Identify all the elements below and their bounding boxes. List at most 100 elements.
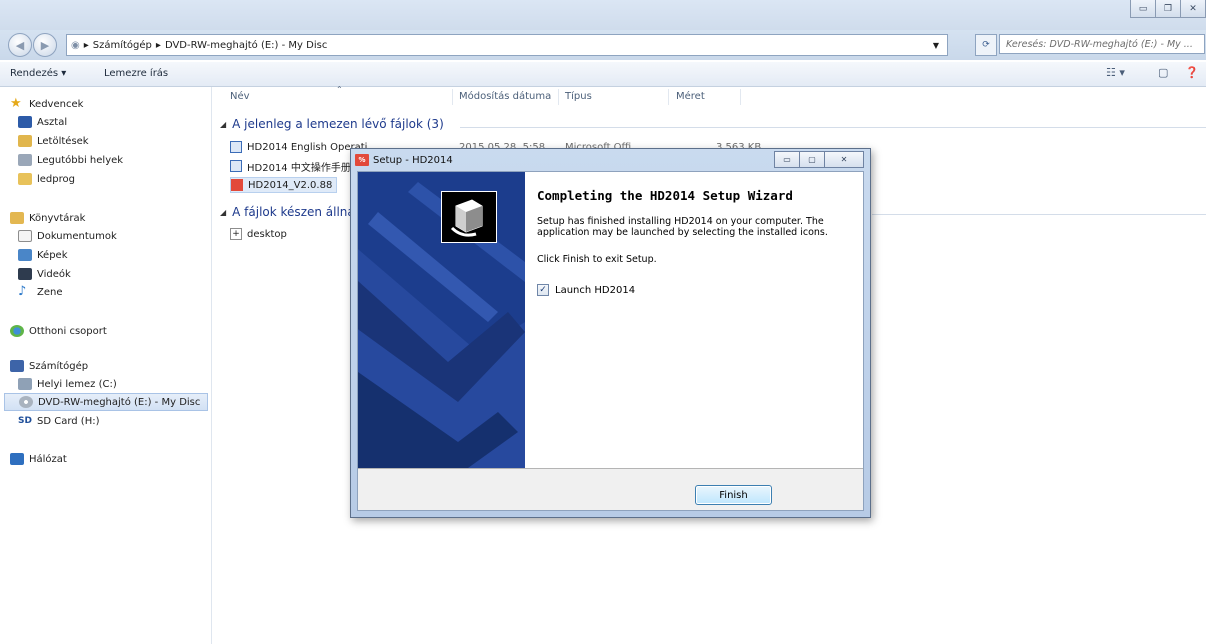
column-header-modified[interactable]: Módosítás dátuma <box>459 91 551 102</box>
nav-music[interactable]: ♪ Zene <box>18 283 63 301</box>
restore-icon[interactable]: ❐ <box>1155 0 1181 18</box>
column-header-name[interactable]: Név <box>230 91 250 102</box>
music-icon: ♪ <box>18 284 27 299</box>
preview-pane-icon[interactable]: ▢ <box>1158 66 1168 79</box>
breadcrumb-separator-icon: ▸ <box>155 39 161 51</box>
group-header-on-disc[interactable]: ◢ A jelenleg a lemezen lévő fájlok (3) <box>220 117 444 131</box>
nav-label: Számítógép <box>29 360 89 372</box>
navigation-pane: ★ Kedvencek Asztal Letöltések Legutóbbi … <box>0 87 212 644</box>
minimize-icon[interactable]: ▭ <box>1130 0 1156 18</box>
close-icon[interactable]: ✕ <box>1180 0 1206 18</box>
group-header-to-write[interactable]: ◢ A fájlok készen állna <box>220 205 355 219</box>
breadcrumb-dvd[interactable]: DVD-RW-meghajtó (E:) - My Disc <box>165 40 327 51</box>
minimize-icon[interactable]: ▭ <box>774 151 800 168</box>
file-row[interactable]: HD2014 English Operati 2015.05.28. 5:58 … <box>230 139 761 155</box>
videos-icon <box>18 268 32 280</box>
column-divider[interactable] <box>558 89 559 105</box>
collapse-triangle-icon[interactable]: ◢ <box>220 208 226 217</box>
nav-homegroup[interactable]: Otthoni csoport <box>10 322 107 340</box>
nav-label: Dokumentumok <box>37 230 117 242</box>
wizard-banner <box>358 172 525 468</box>
installer-box-icon <box>441 191 497 243</box>
nav-desktop[interactable]: Asztal <box>18 113 67 131</box>
dialog-divider <box>358 468 863 469</box>
nav-label: ledprog <box>37 173 75 185</box>
dialog-window-controls: ▭ ▢ ✕ <box>774 151 864 168</box>
file-row-selected[interactable]: HD2014_V2.0.88 <box>230 177 338 193</box>
refresh-icon[interactable]: ⟳ <box>975 34 997 56</box>
explorer-titlebar: ▭ ❐ ✕ <box>0 0 1206 30</box>
column-divider[interactable] <box>668 89 669 105</box>
forward-button[interactable]: ▶ <box>33 33 57 57</box>
dialog-body: Completing the HD2014 Setup Wizard Setup… <box>357 171 864 511</box>
nav-label: Képek <box>37 249 68 261</box>
help-icon[interactable]: ❓ <box>1185 66 1199 79</box>
file-name: desktop <box>247 228 287 240</box>
nav-label: Legutóbbi helyek <box>37 154 124 166</box>
launch-checkbox[interactable]: ✓ <box>537 284 549 296</box>
desktop-icon <box>18 116 32 128</box>
column-header-type[interactable]: Típus <box>565 91 592 102</box>
hard-drive-icon <box>18 378 32 390</box>
nav-label: Otthoni csoport <box>29 325 107 337</box>
search-placeholder: Keresés: DVD-RW-meghajtó (E:) - My ... <box>1006 38 1193 50</box>
breadcrumb-separator-icon: ▸ <box>83 39 89 51</box>
address-dropdown-icon[interactable]: ▼ <box>933 41 939 50</box>
homegroup-icon <box>10 325 24 337</box>
file-name: HD2014_V2.0.88 <box>248 179 333 191</box>
file-name: HD2014 中文操作手册 <box>247 162 351 174</box>
group-label: A jelenleg a lemezen lévő fájlok (3) <box>232 117 444 131</box>
wizard-content: Completing the HD2014 Setup Wizard Setup… <box>525 172 863 468</box>
nav-ledprog[interactable]: ledprog <box>18 170 75 188</box>
address-bar[interactable]: ◉ ▸ Számítógép ▸ DVD-RW-meghajtó (E:) - … <box>66 34 948 56</box>
column-divider[interactable] <box>452 89 453 105</box>
documents-icon <box>18 230 32 242</box>
nav-downloads[interactable]: Letöltések <box>18 132 89 150</box>
nav-label: DVD-RW-meghajtó (E:) - My Disc <box>38 396 201 408</box>
dvd-drive-icon <box>19 396 33 408</box>
file-row[interactable]: HD2014 中文操作手册 <box>230 158 351 174</box>
view-options-icon[interactable]: ☷ ▾ <box>1106 66 1125 79</box>
window-controls: ▭ ❐ ✕ <box>1130 0 1206 20</box>
back-button[interactable]: ◀ <box>8 33 32 57</box>
network-icon <box>10 453 24 465</box>
nav-label: Kedvencek <box>29 98 84 110</box>
organize-button[interactable]: Rendezés ▾ <box>10 68 66 79</box>
nav-label: Asztal <box>37 116 68 128</box>
close-icon[interactable]: ✕ <box>824 151 864 168</box>
nav-computer[interactable]: Számítógép <box>10 357 88 375</box>
nav-favorites[interactable]: ★ Kedvencek <box>10 95 83 113</box>
finish-button[interactable]: Finish <box>695 485 772 505</box>
nav-label: Könyvtárak <box>29 212 86 224</box>
folder-icon <box>18 173 32 185</box>
wizard-message: Setup has finished installing HD2014 on … <box>537 216 828 238</box>
word-document-icon <box>230 160 242 172</box>
nav-libraries[interactable]: Könyvtárak <box>10 209 85 227</box>
group-divider <box>872 214 1206 215</box>
nav-sd-card[interactable]: SD SD Card (H:) <box>18 412 100 430</box>
nav-pictures[interactable]: Képek <box>18 246 68 264</box>
launch-checkbox-row[interactable]: ✓ Launch HD2014 <box>537 284 635 296</box>
search-input[interactable]: Keresés: DVD-RW-meghajtó (E:) - My ... <box>999 34 1205 54</box>
wizard-instruction: Click Finish to exit Setup. <box>537 254 657 265</box>
dialog-title: Setup - HD2014 <box>373 154 453 166</box>
nav-dvd-drive[interactable]: DVD-RW-meghajtó (E:) - My Disc <box>4 393 208 411</box>
nav-recent[interactable]: Legutóbbi helyek <box>18 151 123 169</box>
hd2014-app-icon: % <box>355 154 369 166</box>
setup-dialog: % Setup - HD2014 ▭ ▢ ✕ Completing the HD… <box>350 148 871 518</box>
column-divider[interactable] <box>740 89 741 105</box>
nav-documents[interactable]: Dokumentumok <box>18 227 117 245</box>
nav-videos[interactable]: Videók <box>18 265 71 283</box>
maximize-icon[interactable]: ▢ <box>799 151 825 168</box>
breadcrumb-computer[interactable]: Számítógép <box>93 40 152 51</box>
nav-network[interactable]: Hálózat <box>10 450 67 468</box>
computer-icon <box>10 360 24 372</box>
column-header-size[interactable]: Méret <box>676 91 705 102</box>
recent-places-icon <box>18 154 32 166</box>
nav-local-disk[interactable]: Helyi lemez (C:) <box>18 375 117 393</box>
dialog-titlebar[interactable]: % Setup - HD2014 <box>355 152 453 168</box>
wizard-heading: Completing the HD2014 Setup Wizard <box>537 188 793 203</box>
file-row[interactable]: + desktop <box>230 226 287 242</box>
burn-button[interactable]: Lemezre írás <box>104 68 168 79</box>
collapse-triangle-icon[interactable]: ◢ <box>220 120 226 129</box>
